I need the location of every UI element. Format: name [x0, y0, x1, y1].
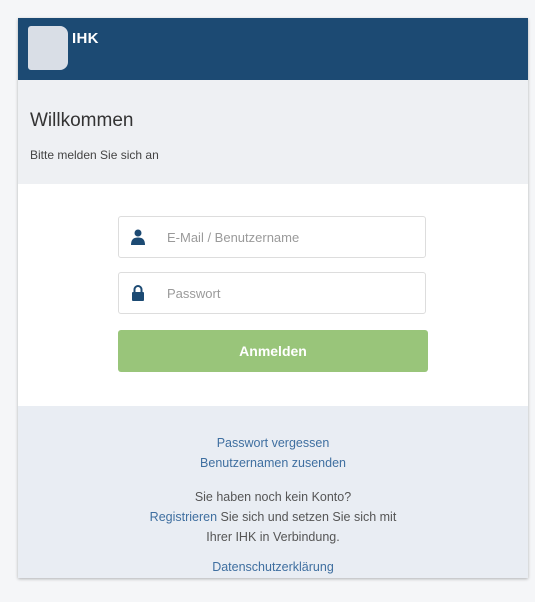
username-field[interactable] — [118, 216, 426, 258]
register-link[interactable]: Registrieren — [150, 510, 217, 524]
username-input[interactable] — [167, 217, 417, 257]
login-card: IHK Willkommen Bitte melden Sie sich an … — [18, 18, 528, 578]
top-bar: IHK — [18, 18, 528, 80]
lock-icon — [132, 285, 144, 301]
user-icon — [131, 229, 145, 245]
password-field[interactable] — [118, 272, 426, 314]
login-button[interactable]: Anmelden — [118, 330, 428, 372]
password-input[interactable] — [167, 273, 417, 313]
send-username-link[interactable]: Benutzernamen zusenden — [200, 456, 346, 470]
page-title: Willkommen — [30, 110, 134, 131]
privacy-link[interactable]: Datenschutzerklärung — [212, 560, 334, 574]
register-text-line2: Ihrer IHK in Verbindung. — [206, 530, 340, 544]
login-form: Anmelden — [18, 184, 528, 406]
ihk-logo[interactable]: IHK — [28, 26, 99, 70]
register-text: Sie sich und setzen Sie sich mit — [217, 510, 397, 524]
page-subtitle: Bitte melden Sie sich an — [30, 148, 159, 162]
welcome-section: Willkommen Bitte melden Sie sich an — [18, 80, 528, 184]
forgot-password-link[interactable]: Passwort vergessen — [217, 436, 330, 450]
logo-mark — [28, 26, 68, 70]
no-account-text: Sie haben noch kein Konto? — [194, 490, 352, 504]
logo-text: IHK — [72, 30, 99, 47]
footer-links: Passwort vergessen Benutzernamen zusende… — [18, 406, 528, 578]
